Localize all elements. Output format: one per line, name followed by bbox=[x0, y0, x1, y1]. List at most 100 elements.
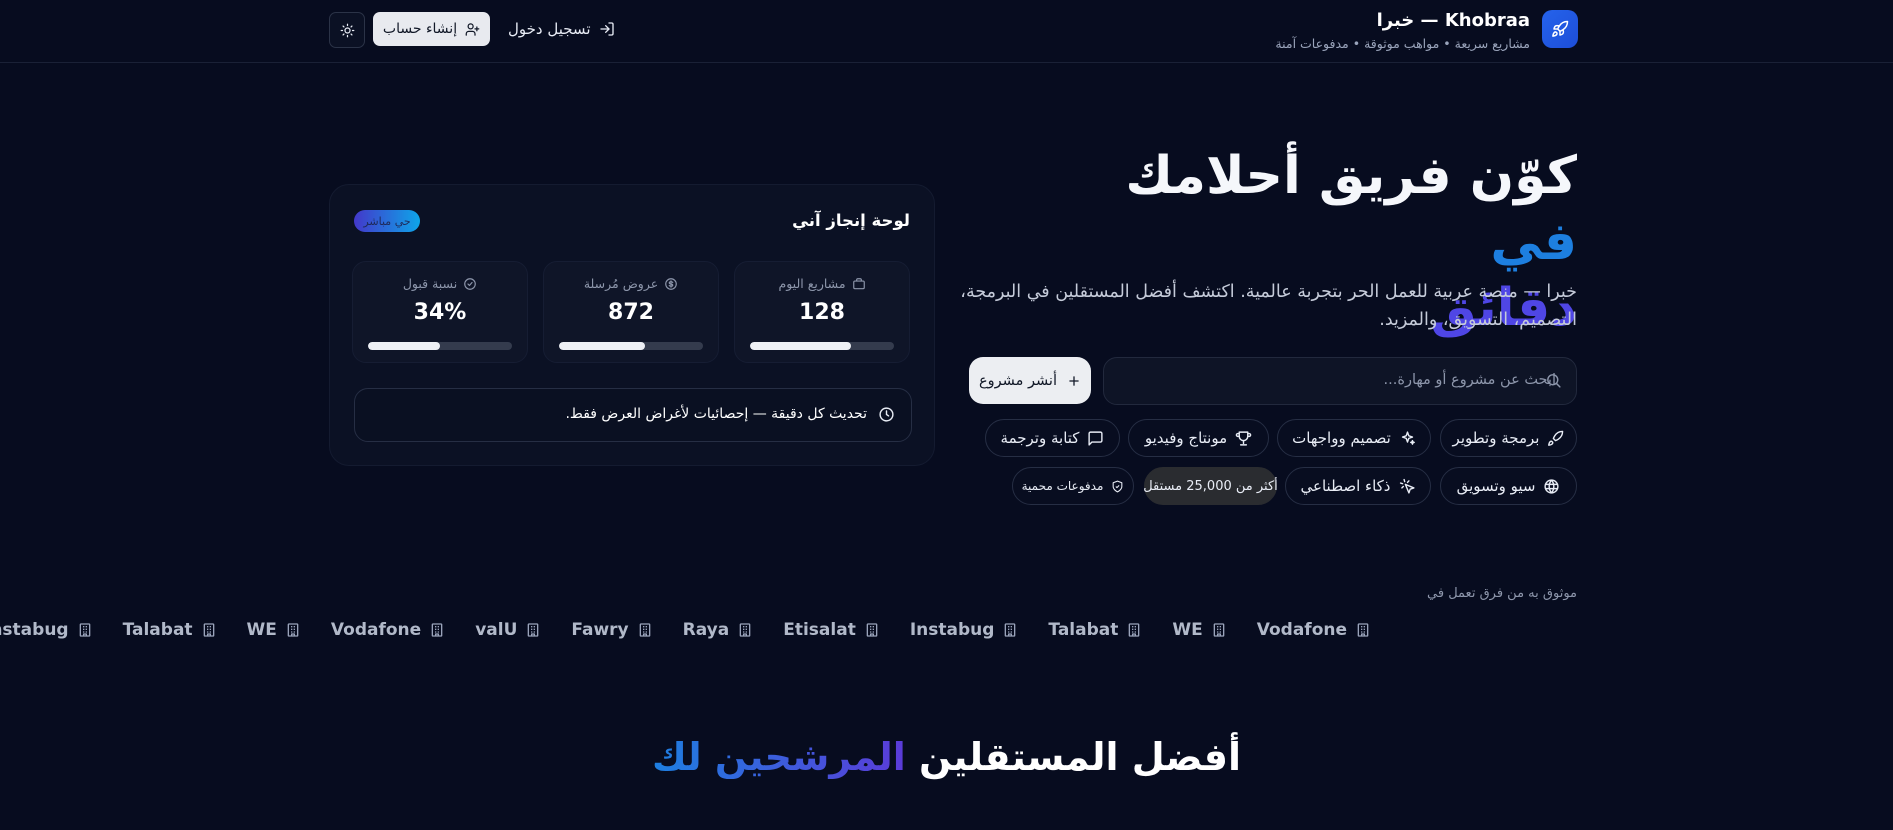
stat-label-text: عروض مُرسلة bbox=[583, 276, 659, 291]
theme-toggle-button[interactable] bbox=[329, 12, 365, 48]
building-icon bbox=[525, 622, 541, 638]
rocket-icon bbox=[1542, 10, 1578, 48]
clock-icon bbox=[878, 406, 895, 423]
category-label: سيو وتسويق bbox=[1456, 477, 1536, 495]
stat-card-acceptance-rate: نسبة قبول 34% bbox=[352, 261, 528, 363]
protected-payments-badge: مدفوعات محمية bbox=[1012, 467, 1134, 505]
stat-label-text: مشاريع اليوم bbox=[778, 276, 846, 291]
shield-check-icon bbox=[1111, 480, 1124, 493]
building-icon bbox=[1211, 622, 1227, 638]
building-icon bbox=[201, 622, 217, 638]
category-chip-video[interactable]: مونتاج وفيديو bbox=[1128, 419, 1269, 457]
stat-label: عروض مُرسلة bbox=[544, 276, 718, 291]
category-chip-seo[interactable]: سيو وتسويق bbox=[1440, 467, 1577, 505]
hero-title-accent-1: في bbox=[1490, 212, 1577, 272]
partner-logo: Raya bbox=[683, 620, 754, 640]
trophy-icon bbox=[1235, 430, 1252, 447]
message-icon bbox=[1087, 430, 1104, 447]
check-circle-icon bbox=[463, 277, 477, 291]
partner-logo-track: Vodafone WE Talabat Instabug Etisalat Raya Faw… bbox=[0, 620, 1371, 640]
brand[interactable]: Khobraa — خبرا مشاريع سريعة • مواهب موثو… bbox=[1275, 10, 1578, 52]
stat-label-text: نسبة قبول bbox=[402, 276, 458, 291]
partner-logo-name: Raya bbox=[682, 620, 730, 640]
top-freelancers-heading: أفضل المستقلين المرشحين لك bbox=[0, 735, 1893, 779]
freelancers-count-label: أكثر من 25,000 مستقل bbox=[1143, 478, 1278, 494]
stat-progress-fill bbox=[559, 342, 646, 350]
search-placeholder: ابحث عن مشروع أو مهارة... bbox=[1383, 372, 1556, 388]
category-label: ذكاء اصطناعي bbox=[1300, 477, 1391, 495]
login-icon bbox=[599, 21, 615, 37]
stat-label: مشاريع اليوم bbox=[735, 276, 909, 291]
partner-logo: Etisalat bbox=[783, 620, 880, 640]
stat-value: 34% bbox=[413, 300, 467, 325]
category-label: مونتاج وفيديو bbox=[1144, 429, 1228, 447]
stat-label: نسبة قبول bbox=[353, 276, 527, 291]
stat-progress-bar bbox=[750, 342, 894, 350]
cursor-click-icon bbox=[1399, 478, 1416, 495]
briefcase-icon bbox=[852, 277, 866, 291]
partner-logo-name: Etisalat bbox=[783, 620, 856, 640]
stat-card-projects-today: مشاريع اليوم 128 bbox=[734, 261, 910, 363]
login-label: تسجيل دخول bbox=[508, 20, 591, 38]
category-chip-ai[interactable]: ذكاء اصطناعي bbox=[1285, 467, 1431, 505]
partner-logo: Vodafone bbox=[1257, 620, 1371, 640]
stat-card-offers-sent: عروض مُرسلة 872 bbox=[543, 261, 719, 363]
partner-logo: WE bbox=[247, 620, 301, 640]
partner-logo-strip: Vodafone WE Talabat Instabug Etisalat Raya Faw… bbox=[0, 620, 1893, 654]
post-project-button[interactable]: أنشر مشروع bbox=[969, 357, 1091, 404]
dashboard-title: لوحة إنجاز آني bbox=[792, 211, 910, 230]
building-icon bbox=[1002, 622, 1018, 638]
building-icon bbox=[737, 622, 753, 638]
section-title-main: أفضل المستقلين bbox=[905, 735, 1241, 779]
stat-progress-fill bbox=[368, 342, 440, 350]
partner-logo: Talabat bbox=[1048, 620, 1142, 640]
building-icon bbox=[1355, 622, 1371, 638]
update-note: تحديث كل دقيقة — إحصائيات لأغراض العرض ف… bbox=[354, 388, 912, 442]
protected-payments-label: مدفوعات محمية bbox=[1021, 479, 1104, 493]
category-chip-design[interactable]: تصميم وواجهات bbox=[1277, 419, 1431, 457]
partner-logo: Fawry bbox=[571, 620, 652, 640]
partner-logo-name: Vodafone bbox=[1256, 620, 1348, 640]
search-input[interactable]: ابحث عن مشروع أو مهارة... bbox=[1103, 357, 1577, 405]
category-chip-writing[interactable]: كتابة وترجمة bbox=[985, 419, 1120, 457]
section-title-accent: المرشحين لك bbox=[651, 735, 906, 779]
sun-icon bbox=[340, 23, 355, 38]
partner-logo-name: WE bbox=[246, 620, 277, 640]
category-chip-programming[interactable]: برمجة وتطوير bbox=[1440, 419, 1577, 457]
login-link[interactable]: تسجيل دخول bbox=[508, 15, 615, 43]
partner-logo: Instabug bbox=[0, 620, 93, 640]
top-navbar: Khobraa — خبرا مشاريع سريعة • مواهب موثو… bbox=[0, 0, 1893, 63]
building-icon bbox=[77, 622, 93, 638]
stat-progress-fill bbox=[750, 342, 851, 350]
trusted-by-label: موثوق به من فرق تعمل في bbox=[1427, 586, 1577, 601]
post-project-label: أنشر مشروع bbox=[979, 372, 1057, 389]
stat-progress-bar bbox=[368, 342, 512, 350]
brand-tagline: مشاريع سريعة • مواهب موثوقة • مدفوعات آم… bbox=[1275, 36, 1530, 51]
stat-value: 128 bbox=[799, 300, 845, 325]
building-icon bbox=[864, 622, 880, 638]
building-icon bbox=[1126, 622, 1142, 638]
category-label: كتابة وترجمة bbox=[1000, 429, 1080, 447]
signup-button[interactable]: إنشاء حساب bbox=[373, 12, 490, 46]
partner-logo: valU bbox=[475, 620, 541, 640]
partner-logo: Instabug bbox=[910, 620, 1019, 640]
partner-logo-name: Vodafone bbox=[330, 620, 422, 640]
category-label: برمجة وتطوير bbox=[1452, 429, 1540, 447]
building-icon bbox=[637, 622, 653, 638]
partner-logo-name: Instabug bbox=[909, 620, 995, 640]
user-plus-icon bbox=[465, 22, 480, 37]
partner-logo-name: WE bbox=[1172, 620, 1203, 640]
freelancers-count-badge: أكثر من 25,000 مستقل bbox=[1143, 467, 1278, 505]
partner-logo-name: Talabat bbox=[1048, 620, 1119, 640]
sparkles-icon bbox=[1399, 430, 1416, 447]
plus-icon bbox=[1067, 374, 1081, 388]
hero-description: خبرا — منصة عربية للعمل الحر بتجربة عالم… bbox=[960, 282, 1577, 330]
stat-progress-bar bbox=[559, 342, 703, 350]
category-label: تصميم وواجهات bbox=[1292, 429, 1391, 447]
globe-icon bbox=[1543, 478, 1560, 495]
update-note-text: تحديث كل دقيقة — إحصائيات لأغراض العرض ف… bbox=[565, 406, 867, 422]
partner-logo-name: Instabug bbox=[0, 620, 69, 640]
hero-title-main: كوّن فريق أحلامك bbox=[1125, 146, 1577, 206]
stat-value: 872 bbox=[608, 300, 654, 325]
live-dashboard-card: لوحة إنجاز آني حي مباشر مشاريع اليوم 128… bbox=[329, 184, 935, 466]
